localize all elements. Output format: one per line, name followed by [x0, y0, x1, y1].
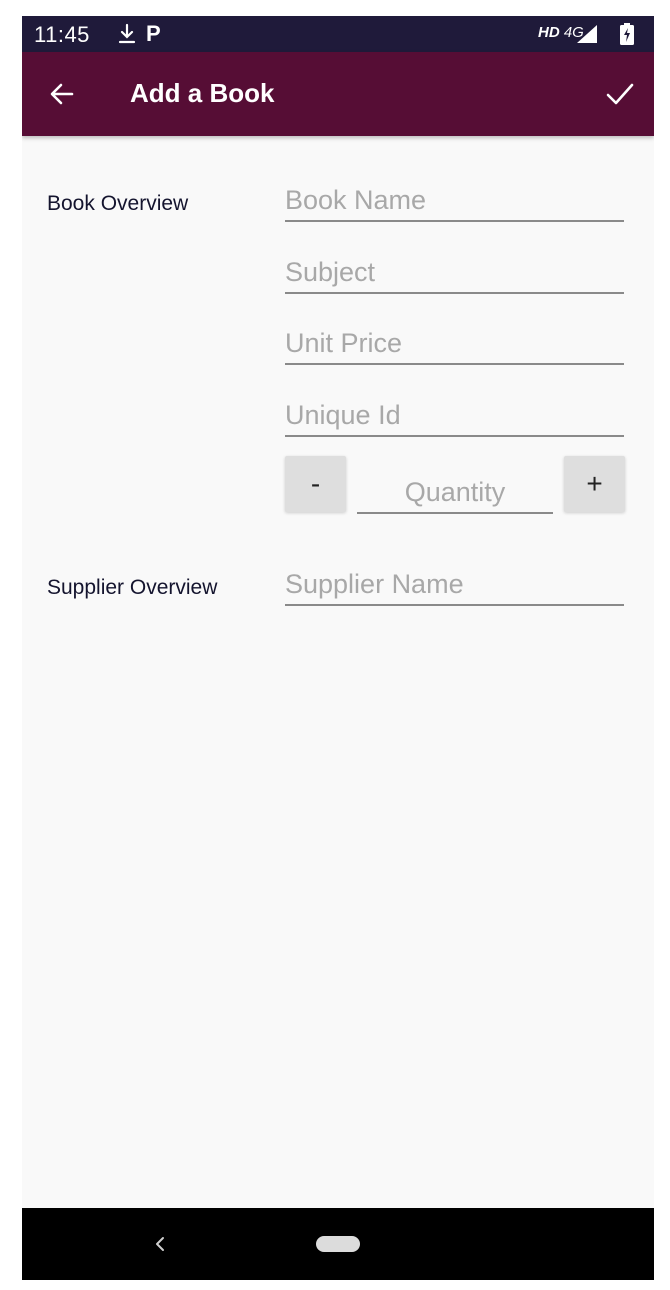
supplier-name-input[interactable] — [285, 569, 624, 600]
nav-back-icon[interactable] — [150, 1232, 170, 1256]
book-overview-label: Book Overview — [47, 192, 189, 215]
unique-id-input[interactable] — [285, 400, 624, 431]
unique-id-field — [285, 387, 624, 437]
unit-price-input[interactable] — [285, 328, 624, 359]
subject-input[interactable] — [285, 257, 624, 288]
quantity-field — [357, 466, 553, 514]
unit-price-field — [285, 315, 624, 365]
navigation-bar — [22, 1208, 654, 1280]
signal-icon — [577, 25, 597, 43]
supplier-name-field — [285, 556, 624, 606]
checkmark-icon[interactable] — [602, 76, 638, 112]
app-bar: Add a Book — [22, 52, 654, 136]
book-name-input[interactable] — [285, 185, 624, 216]
quantity-decrement-button[interactable]: - — [285, 456, 346, 512]
phone-screen: 11:45 P HD 4G Add a Book Book Overview B… — [22, 16, 654, 1280]
download-icon — [118, 23, 136, 44]
book-name-field — [285, 172, 624, 222]
page-title: Add a Book — [130, 78, 275, 108]
back-arrow-icon[interactable] — [44, 76, 80, 112]
status-time: 11:45 — [34, 22, 90, 47]
quantity-increment-button[interactable]: + — [564, 456, 625, 512]
supplier-overview-label: Supplier Overview — [47, 576, 218, 599]
nav-home-pill-icon[interactable] — [316, 1236, 360, 1252]
quantity-input[interactable] — [357, 477, 553, 508]
p-notification-icon: P — [146, 21, 161, 46]
subject-field — [285, 244, 624, 294]
status-bar: 11:45 P HD 4G — [22, 16, 654, 52]
battery-icon — [620, 23, 634, 45]
